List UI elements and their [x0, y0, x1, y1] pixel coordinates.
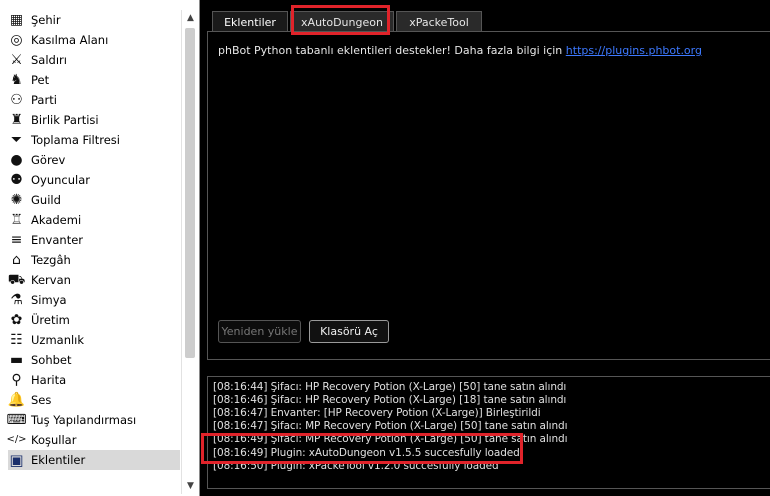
mastery-icon: ☷ [10, 332, 23, 348]
sidebar-item-oyuncular[interactable]: ⚉ Oyuncular [8, 170, 180, 190]
sidebar-item-akademi[interactable]: ♖ Akademi [8, 210, 180, 230]
plugin-icon: ▣ [9, 450, 24, 469]
hotkey-icon: ⌨ [6, 412, 27, 428]
sidebar-item-label: Toplama Filtresi [31, 133, 120, 147]
sidebar-item-sohbet[interactable]: ▬ Sohbet [8, 350, 180, 370]
chat-icon: ▬ [9, 352, 24, 368]
sidebar-item-label: Birlik Partisi [31, 113, 99, 127]
sidebar-item-label: Harita [31, 373, 67, 387]
sidebar-item-label: Üretim [31, 313, 70, 327]
open-folder-button[interactable]: Klasörü Aç [309, 320, 389, 343]
sidebar: ▦ Şehir ◎ Kasılma Alanı ⚔ Saldırı ♞ Pet ⚇ Parti ♜ B… [0, 0, 200, 496]
sidebar-item-toplama-filtresi[interactable]: ⏷ Toplama Filtresi [8, 130, 180, 150]
academy-icon: ♖ [10, 212, 23, 228]
log-line: [08:16:44] Şifacı: HP Recovery Potion (X… [213, 381, 567, 393]
production-icon: ✿ [10, 312, 23, 328]
plugin-info-description: phBot Python tabanlı eklentileri destekl… [218, 44, 563, 57]
sidebar-list: ▦ Şehir ◎ Kasılma Alanı ⚔ Saldırı ♞ Pet ⚇ Parti ♜ B… [0, 0, 181, 496]
plugins-link[interactable]: https://plugins.phbot.org [566, 44, 702, 57]
map-pin-icon: ⚲ [11, 372, 22, 388]
scroll-up-arrow-icon[interactable]: ▲ [182, 10, 199, 26]
scrollbar-thumb[interactable] [185, 28, 195, 358]
sidebar-item-simya[interactable]: ⚗ Simya [8, 290, 180, 310]
sidebar-item-kervan[interactable]: ⛟ Kervan [8, 270, 180, 290]
sword-icon: ⚔ [10, 52, 23, 68]
sidebar-item-kasılma-alanı[interactable]: ◎ Kasılma Alanı [8, 30, 180, 50]
sidebar-item-birlik-partisi[interactable]: ♜ Birlik Partisi [8, 110, 180, 130]
sidebar-item-label: Kervan [31, 273, 71, 287]
log-line: [08:16:49] Şifacı: MP Recovery Potion (X… [213, 433, 568, 445]
sidebar-item-koşullar[interactable]: </> Koşullar [6, 430, 180, 450]
players-icon: ⚉ [10, 172, 23, 188]
sidebar-item-harita[interactable]: ⚲ Harita [8, 370, 180, 390]
quest-icon: ● [10, 152, 23, 168]
sidebar-item-ses[interactable]: 🔔 Ses [8, 390, 180, 410]
union-party-icon: ♜ [10, 112, 23, 128]
sidebar-item-label: Akademi [31, 213, 82, 227]
sidebar-item-label: Simya [31, 293, 67, 307]
sidebar-item-eklentiler[interactable]: ▣ Eklentiler [8, 450, 180, 470]
caravan-icon: ⛟ [7, 272, 26, 288]
log-line: [08:16:49] Plugin: xAutoDungeon v1.5.5 s… [213, 447, 520, 459]
sidebar-item-label: Saldırı [31, 53, 67, 67]
sidebar-item-label: Koşullar [31, 433, 77, 447]
sidebar-item-label: Ses [31, 393, 52, 407]
sidebar-item-şehir[interactable]: ▦ Şehir [8, 10, 180, 30]
sidebar-item-label: Tuş Yapılandırması [31, 413, 137, 427]
party-icon: ⚇ [10, 92, 23, 108]
sidebar-item-label: Guild [31, 193, 61, 207]
plugin-info-text: phBot Python tabanlı eklentileri destekl… [218, 44, 702, 57]
reload-button[interactable]: Yeniden yükle [218, 320, 301, 343]
city-icon: ▦ [9, 12, 24, 28]
sidebar-item-guild[interactable]: ✺ Guild [8, 190, 180, 210]
log-line: [08:16:47] Envanter: [HP Recovery Potion… [213, 407, 541, 419]
pet-icon: ♞ [10, 72, 23, 88]
sidebar-item-üretim[interactable]: ✿ Üretim [8, 310, 180, 330]
sidebar-item-label: Parti [31, 93, 57, 107]
sidebar-item-saldırı[interactable]: ⚔ Saldırı [8, 50, 180, 70]
bell-icon: 🔔 [7, 392, 26, 408]
target-icon: ◎ [10, 32, 23, 48]
tab-eklentiler[interactable]: Eklentiler [212, 11, 288, 32]
log-console[interactable]: [08:16:44] Şifacı: HP Recovery Potion (X… [207, 376, 770, 489]
log-line: [08:16:50] Plugin: xPackeTool v1.2.0 suc… [213, 460, 499, 472]
alchemy-icon: ⚗ [10, 292, 23, 308]
inventory-icon: ≡ [10, 232, 23, 248]
plugins-panel [207, 31, 770, 360]
code-icon: </> [6, 434, 27, 445]
sidebar-item-label: Görev [31, 153, 66, 167]
sidebar-item-label: Pet [31, 73, 50, 87]
guild-icon: ✺ [10, 192, 23, 208]
log-line: [08:16:47] Şifacı: MP Recovery Potion (X… [213, 420, 568, 432]
sidebar-scrollbar[interactable]: ▲ ▼ [181, 10, 198, 494]
sidebar-item-envanter[interactable]: ≡ Envanter [8, 230, 180, 250]
sidebar-item-label: Envanter [31, 233, 84, 247]
sidebar-item-label: Eklentiler [31, 453, 86, 467]
sidebar-item-parti[interactable]: ⚇ Parti [8, 90, 180, 110]
sidebar-item-tuş-yapılandırması[interactable]: ⌨ Tuş Yapılandırması [6, 410, 180, 430]
sidebar-item-label: Oyuncular [31, 173, 91, 187]
stall-icon: ⌂ [12, 252, 21, 268]
sidebar-item-label: Kasılma Alanı [31, 33, 109, 47]
tab-xautodungeon[interactable]: xAutoDungeon [290, 11, 394, 32]
sidebar-item-label: Uzmanlık [31, 333, 85, 347]
log-line: [08:16:46] Şifacı: HP Recovery Potion (X… [213, 394, 567, 406]
sidebar-item-pet[interactable]: ♞ Pet [8, 70, 180, 90]
sidebar-item-label: Sohbet [31, 353, 72, 367]
sidebar-item-uzmanlık[interactable]: ☷ Uzmanlık [8, 330, 180, 350]
tab-xpacketool[interactable]: xPackeTool [396, 11, 482, 32]
sidebar-item-tezgâh[interactable]: ⌂ Tezgâh [8, 250, 180, 270]
sidebar-item-görev[interactable]: ● Görev [8, 150, 180, 170]
tab-bar: Eklentiler xAutoDungeon xPackeTool [212, 11, 484, 32]
sidebar-item-label: Şehir [31, 13, 61, 27]
filter-icon: ⏷ [10, 132, 23, 148]
scroll-down-arrow-icon[interactable]: ▼ [182, 478, 199, 494]
sidebar-item-label: Tezgâh [31, 253, 71, 267]
